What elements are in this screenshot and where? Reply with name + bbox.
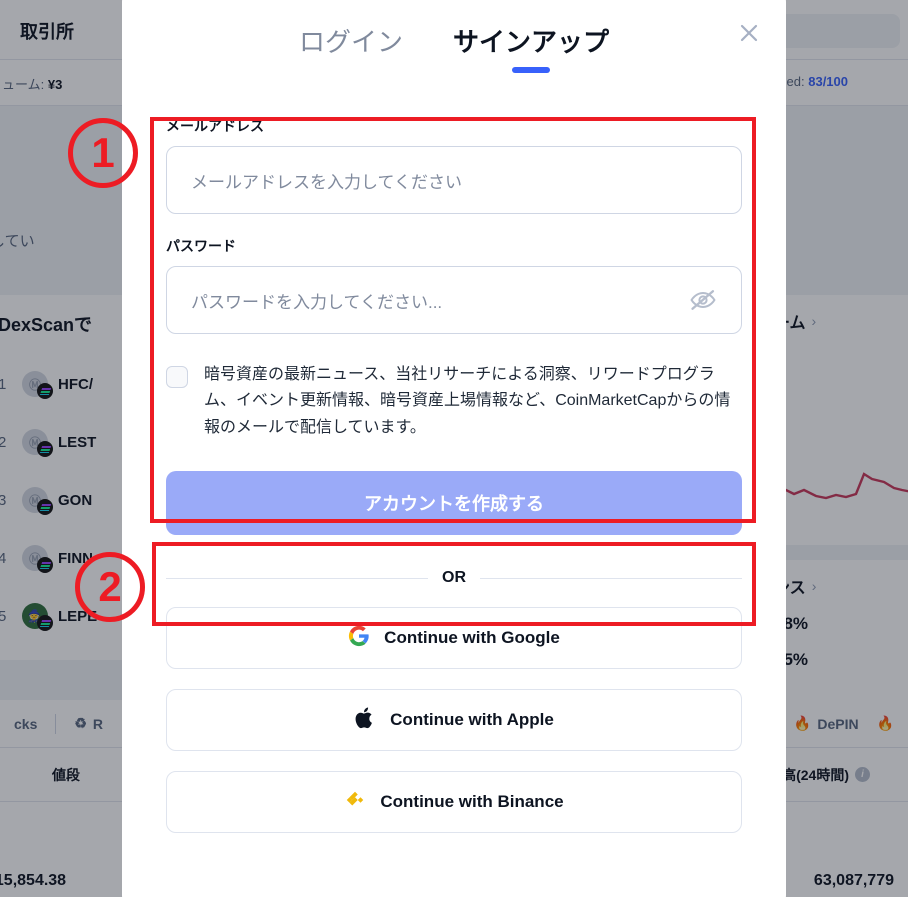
newsletter-opt-in: 暗号資産の最新ニュース、当社リサーチによる洞察、リワードプログラム、イベント更新… [166, 362, 742, 441]
continue-with-binance-label: Continue with Binance [380, 792, 564, 812]
auth-modal: ログイン サインアップ メールアドレス メールアドレスを入力してください パスワ… [122, 0, 786, 897]
tab-signup[interactable]: サインアップ [453, 22, 609, 73]
annotation-marker-1: 1 [68, 118, 138, 188]
email-field[interactable]: メールアドレスを入力してください [166, 146, 742, 214]
newsletter-text: 暗号資産の最新ニュース、当社リサーチによる洞察、リワードプログラム、イベント更新… [204, 366, 731, 436]
signup-form: メールアドレス メールアドレスを入力してください パスワード パスワードを入力し… [166, 116, 742, 834]
password-field-label: パスワード [166, 238, 236, 254]
apple-icon [354, 706, 376, 735]
newsletter-checkbox[interactable] [166, 366, 188, 388]
password-field[interactable]: パスワードを入力してください... [166, 266, 742, 334]
divider-line-left [166, 577, 428, 579]
continue-with-google-button[interactable]: Continue with Google [166, 607, 742, 670]
eye-off-icon[interactable] [689, 286, 717, 314]
or-label: OR [442, 569, 466, 587]
divider-line-right [480, 577, 742, 579]
tab-login[interactable]: ログイン [299, 22, 403, 73]
google-icon [348, 625, 370, 652]
email-field-label: メールアドレス [166, 118, 264, 134]
annotation-marker-2: 2 [75, 552, 145, 622]
binance-icon [344, 789, 366, 816]
auth-tabs: ログイン サインアップ [122, 22, 786, 73]
continue-with-apple-button[interactable]: Continue with Apple [166, 689, 742, 752]
create-account-button[interactable]: アカウントを作成する [166, 471, 742, 536]
password-placeholder: パスワードを入力してください... [191, 292, 443, 312]
or-divider: OR [166, 569, 742, 587]
continue-with-apple-label: Continue with Apple [390, 710, 554, 730]
continue-with-binance-button[interactable]: Continue with Binance [166, 771, 742, 834]
continue-with-google-label: Continue with Google [384, 628, 560, 648]
screenshot-root: 取引所 ト 通貨検 間のボリューム: ¥3 ed: 83/100 72%減少して… [0, 0, 908, 897]
email-placeholder: メールアドレスを入力してください [191, 172, 462, 192]
